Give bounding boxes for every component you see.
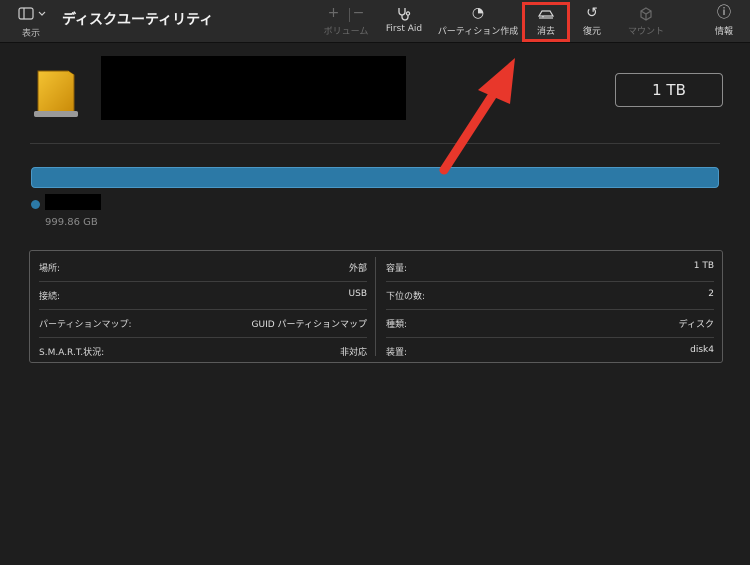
volume-button-label: ボリューム (323, 27, 369, 37)
info-row-location: 場所: 外部 (39, 254, 367, 282)
stethoscope-icon (381, 4, 427, 24)
sidebar-toggle-button[interactable] (18, 6, 48, 22)
mount-label: マウント (627, 27, 664, 37)
info-value: GUID パーティションマップ (251, 320, 367, 330)
info-row-smart-status: S.M.A.R.T.状況: 非対応 (39, 338, 367, 366)
info-key: 下位の数: (386, 292, 426, 302)
info-key: 種類: (386, 320, 408, 330)
erase-highlight-box (522, 2, 570, 42)
volume-usage-bar[interactable] (31, 167, 719, 188)
info-key: 場所: (39, 264, 61, 274)
volume-size: 999.86 GB (45, 217, 98, 228)
info-column-divider (375, 257, 376, 356)
restore-button[interactable]: ↺ 復元 (575, 4, 609, 40)
mount-button[interactable]: マウント (623, 4, 669, 40)
info-value: 外部 (348, 264, 367, 274)
toolbar-divider (349, 8, 350, 22)
view-label: 表示 (22, 29, 41, 39)
info-row-child-count: 下位の数: 2 (386, 282, 714, 310)
info-value: ディスク (678, 320, 714, 330)
add-remove-icon: + − (327, 5, 365, 21)
info-icon: ⓘ (717, 5, 731, 21)
info-row-type: 種類: ディスク (386, 310, 714, 338)
info-button[interactable]: ⓘ 情報 (708, 4, 740, 40)
toolbar: 表示 ディスクユーティリティ + − ボリューム First Aid ◔ パーテ… (0, 0, 750, 43)
info-value: 非対応 (339, 348, 367, 358)
disk-info-table: 場所: 外部 接続: USB パーティションマップ: GUID パーティションマ… (29, 250, 723, 363)
info-row-partition-map: パーティションマップ: GUID パーティションマップ (39, 310, 367, 338)
disk-name-redacted (101, 56, 406, 120)
partition-label: パーティション作成 (437, 27, 519, 37)
restore-icon: ↺ (586, 5, 598, 21)
volume-color-dot (31, 200, 40, 209)
info-row-connection: 接続: USB (39, 282, 367, 310)
sidebar-icon (18, 7, 46, 20)
info-key: S.M.A.R.T.状況: (39, 348, 105, 358)
external-disk-icon (32, 67, 80, 119)
info-row-capacity: 容量: 1 TB (386, 254, 714, 282)
info-row-device: 装置: disk4 (386, 338, 714, 366)
info-key: 容量: (386, 264, 408, 274)
info-key: 装置: (386, 348, 408, 358)
info-value: disk4 (690, 345, 714, 355)
info-label: 情報 (714, 27, 733, 37)
info-value: 2 (708, 289, 714, 299)
app-title: ディスクユーティリティ (62, 12, 214, 28)
info-value: USB (348, 289, 367, 299)
info-value: 1 TB (693, 261, 714, 271)
first-aid-button[interactable]: First Aid (381, 4, 427, 40)
info-key: パーティションマップ: (39, 320, 132, 330)
partition-button[interactable]: ◔ パーティション作成 (435, 4, 521, 40)
mount-icon (623, 4, 669, 24)
section-divider (30, 143, 720, 144)
volume-button[interactable]: + − ボリューム (322, 4, 370, 40)
pie-chart-icon: ◔ (471, 5, 485, 21)
info-key: 接続: (39, 292, 61, 302)
first-aid-label: First Aid (385, 24, 423, 34)
restore-label: 復元 (582, 27, 601, 37)
volume-name-redacted (45, 194, 101, 210)
capacity-badge: 1 TB (615, 73, 723, 107)
